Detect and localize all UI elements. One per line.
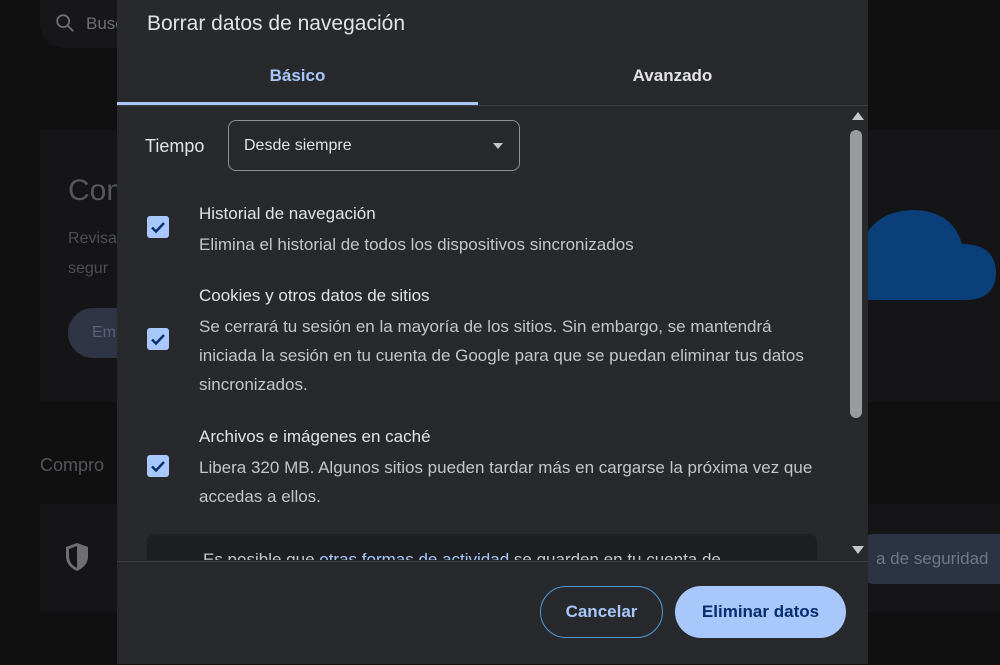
- notice-text: Es posible que otras formas de actividad…: [203, 550, 721, 560]
- dialog-content: Tiempo Desde siempre Historial de navega…: [117, 106, 868, 560]
- tab-advanced[interactable]: Avanzado: [492, 50, 853, 104]
- cancel-button[interactable]: Cancelar: [540, 586, 663, 638]
- background-card-text: Revisa: [68, 230, 117, 247]
- background-card-heading: Con: [68, 174, 124, 207]
- checkmark-icon: [151, 222, 165, 234]
- clear-browsing-data-dialog: Borrar datos de navegación Básico Avanza…: [117, 0, 868, 664]
- option-description: Se cerrará tu sesión en la mayoría de lo…: [199, 317, 804, 394]
- option-title: Historial de navegación: [199, 204, 376, 223]
- option-title: Cookies y otros datos de sitios: [199, 286, 430, 305]
- time-range-value: Desde siempre: [244, 137, 352, 154]
- option-description: Elimina el historial de todos los dispos…: [199, 235, 634, 254]
- background-security-button: a de seguridad: [850, 534, 1000, 584]
- cache-checkbox[interactable]: [147, 455, 169, 477]
- option-description: Libera 320 MB. Algunos sitios pueden tar…: [199, 458, 813, 506]
- background-section-label: Compro: [40, 455, 105, 475]
- account-activity-notice: Es posible que otras formas de actividad…: [147, 534, 817, 560]
- dialog-footer: Cancelar Eliminar datos: [117, 561, 868, 665]
- tab-basic[interactable]: Básico: [117, 50, 478, 105]
- scrollbar-thumb[interactable]: [850, 130, 862, 418]
- checkmark-icon: [151, 461, 165, 473]
- background-card-text: segur: [68, 260, 109, 277]
- scroll-down-arrow-icon[interactable]: [852, 546, 864, 554]
- other-activity-link[interactable]: otras formas de actividad: [319, 550, 509, 560]
- delete-data-button[interactable]: Eliminar datos: [675, 586, 846, 638]
- notice-prefix: Es posible que: [203, 550, 320, 560]
- scrollbar[interactable]: [850, 108, 864, 560]
- dialog-title: Borrar datos de navegación: [147, 12, 405, 35]
- option-title: Archivos e imágenes en caché: [199, 427, 431, 446]
- notice-suffix: se guarden en tu cuenta de: [509, 550, 721, 560]
- tab-bar: Básico Avanzado: [117, 50, 868, 106]
- checkmark-icon: [151, 334, 165, 346]
- time-range-select[interactable]: Desde siempre: [228, 120, 520, 171]
- browsing-history-checkbox[interactable]: [147, 216, 169, 238]
- cookies-checkbox[interactable]: [147, 328, 169, 350]
- scroll-up-arrow-icon[interactable]: [852, 112, 864, 120]
- dropdown-arrow-icon: [493, 143, 503, 149]
- shield-icon: [66, 543, 88, 571]
- time-range-label: Tiempo: [145, 136, 205, 156]
- background-security-button-label: a de seguridad: [876, 549, 989, 568]
- search-icon: [56, 14, 74, 32]
